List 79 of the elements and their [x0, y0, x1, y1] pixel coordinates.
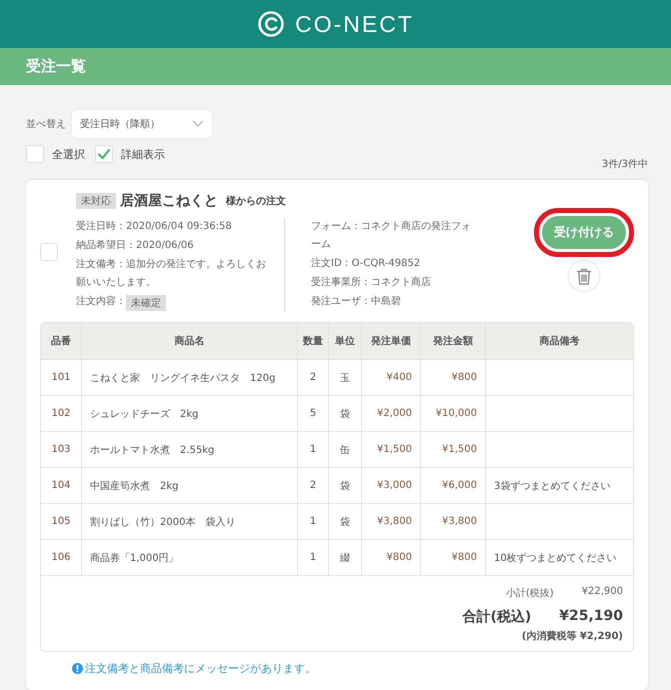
- table-cell: 102: [41, 396, 82, 432]
- order-field: 注文備考：追加分の発注です。よろしくお願いいたします。: [76, 256, 274, 292]
- table-cell: ¥10,000: [420, 396, 486, 432]
- column-header: 発注単価: [362, 323, 420, 360]
- column-header: 数量: [298, 323, 328, 360]
- table-cell: 割りばし（竹）2000本 袋入り: [82, 504, 298, 540]
- table-cell: 103: [41, 432, 82, 468]
- total-label: 合計(税込): [462, 608, 532, 626]
- table-cell: 105: [41, 504, 82, 540]
- table-cell: 1: [298, 540, 328, 575]
- table-cell: ¥3,800: [362, 504, 420, 540]
- table-cell: ¥3,000: [362, 468, 420, 504]
- column-header: 商品備考: [486, 323, 633, 360]
- table-cell: ¥6,000: [420, 468, 486, 504]
- trash-icon: [576, 268, 592, 284]
- table-cell: ¥800: [420, 540, 486, 575]
- table-cell: 缶: [328, 432, 362, 468]
- order-field: 納品希望日：2020/06/06: [76, 237, 274, 255]
- table-cell: ¥3,800: [420, 504, 486, 540]
- order-field: 発注ユーザ：中島碧: [311, 293, 475, 311]
- checkbox[interactable]: [26, 145, 44, 163]
- result-count: 3件/3件中: [602, 158, 648, 171]
- sort-label: 並べ替え: [26, 118, 66, 131]
- checkbox-label: 詳細表示: [121, 146, 165, 162]
- table-cell: ¥1,500: [362, 432, 420, 468]
- page-title: 受注一覧: [26, 57, 86, 76]
- table-cell: 1: [298, 504, 328, 540]
- checkbox[interactable]: [40, 243, 58, 261]
- table-cell: 3袋ずつまとめてください: [486, 468, 633, 504]
- table-cell: 104: [41, 468, 82, 504]
- table-cell: 2: [298, 360, 328, 396]
- sort-dropdown[interactable]: 受注日時（降順）: [72, 110, 212, 138]
- info-icon: [72, 663, 83, 674]
- table-cell: シュレッドチーズ 2kg: [82, 396, 298, 432]
- table-cell: 101: [41, 360, 82, 396]
- table-cell: ¥1,500: [420, 432, 486, 468]
- column-header: 品番: [41, 323, 82, 360]
- table-cell: ¥2,000: [362, 396, 420, 432]
- order-suffix: 様からの注文: [226, 194, 286, 208]
- content-badge: 未確定: [126, 294, 166, 310]
- subtotal-label: 小計(税抜): [506, 586, 554, 600]
- column-header: 単位: [328, 323, 362, 360]
- table-cell: 1: [298, 432, 328, 468]
- table-cell: 袋: [328, 468, 362, 504]
- table-cell: 綴: [328, 540, 362, 575]
- order-field: 受注日時：2020/06/04 09:36:58: [76, 218, 274, 236]
- table-cell: ホールトマト水煮 2.55kg: [82, 432, 298, 468]
- chevron-icon: [192, 120, 204, 128]
- customer-name: 居酒屋こねくと: [120, 192, 218, 210]
- column-header: 発注金額: [420, 323, 486, 360]
- table-cell: 中国産筍水煮 2kg: [82, 468, 298, 504]
- checkbox-label: 全選択: [52, 146, 85, 162]
- table-cell: 10枚ずつまとめてください: [486, 540, 633, 575]
- check-icon: [97, 148, 111, 160]
- tax-note: (内消費税等 ¥2,290): [522, 630, 623, 643]
- table-cell: 106: [41, 540, 82, 575]
- table-cell: こねくと家 リングイネ生パスタ 120g: [82, 360, 298, 396]
- subtotal-value: ¥22,900: [582, 586, 623, 599]
- column-header: 商品名: [82, 323, 298, 360]
- order-field: 受注事業所：コネクト商店: [311, 274, 475, 292]
- total-value: ¥25,190: [559, 608, 623, 626]
- table-cell: ¥800: [362, 540, 420, 575]
- table-cell: ¥800: [420, 360, 486, 396]
- table-cell: ¥400: [362, 360, 420, 396]
- status-badge: 未対応: [76, 193, 116, 209]
- content-label: 注文内容：: [76, 294, 126, 309]
- checkbox[interactable]: [95, 145, 113, 163]
- table-cell: 袋: [328, 396, 362, 432]
- table-cell: 5: [298, 396, 328, 432]
- table-cell: 2: [298, 468, 328, 504]
- notice-text: 注文備考と商品備考にメッセージがあります。: [85, 661, 316, 676]
- delete-button[interactable]: [569, 261, 599, 291]
- order-field: フォーム：コネクト商店の発注フォーム: [311, 218, 475, 254]
- table-cell: 商品券「1,000円」: [82, 540, 298, 575]
- table-cell: 玉: [328, 360, 362, 396]
- table-cell: 袋: [328, 504, 362, 540]
- order-field: 注文ID：O-CQR-49852: [311, 255, 475, 273]
- logo-icon: [257, 10, 286, 38]
- logo-text: CO-NECT: [295, 10, 414, 38]
